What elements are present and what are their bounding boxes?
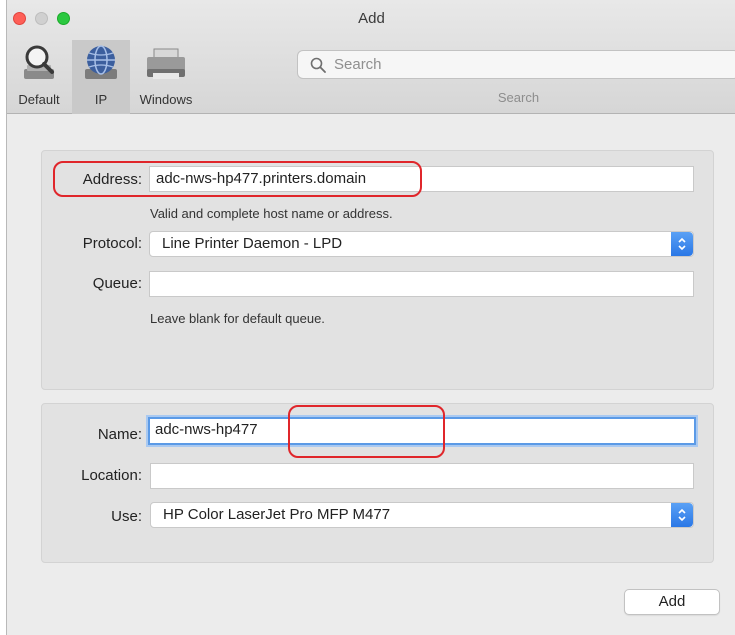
location-field[interactable] xyxy=(150,463,694,489)
name-label: Name: xyxy=(97,426,142,443)
add-button[interactable]: Add xyxy=(624,589,720,615)
protocol-value: Line Printer Daemon - LPD xyxy=(162,235,343,252)
queue-label: Queue: xyxy=(92,275,142,292)
queue-field[interactable] xyxy=(149,271,694,297)
location-label: Location: xyxy=(81,467,142,484)
printer-icon xyxy=(147,48,185,79)
search-icon xyxy=(310,57,326,73)
search-placeholder: Search xyxy=(334,56,382,73)
toolbar-item-ip[interactable]: IP xyxy=(72,40,130,114)
address-label: Address: xyxy=(82,171,142,188)
protocol-label: Protocol: xyxy=(82,235,142,252)
name-field[interactable]: adc-nws-hp477 xyxy=(148,417,696,445)
address-hint: Valid and complete host name or address. xyxy=(150,206,393,221)
queue-hint: Leave blank for default queue. xyxy=(150,311,325,326)
chevron-updown-icon xyxy=(671,503,693,527)
search-label: Search xyxy=(497,90,540,105)
connection-group: Address: adc-nws-hp477.printers.domain V… xyxy=(41,150,714,390)
add-printer-window: Add Default IP Windows Search Search Add… xyxy=(6,0,735,635)
details-group: Name: adc-nws-hp477 Location: Use: HP Co… xyxy=(41,403,714,563)
toolbar-item-label: IP xyxy=(94,92,108,107)
magnifier-printer-icon xyxy=(24,45,54,79)
chevron-updown-icon xyxy=(671,232,693,256)
use-value: HP Color LaserJet Pro MFP M477 xyxy=(163,506,391,523)
toolbar-item-windows[interactable]: Windows xyxy=(131,40,201,114)
use-label: Use: xyxy=(111,508,142,525)
address-field[interactable]: adc-nws-hp477.printers.domain xyxy=(149,166,694,192)
toolbar-item-label: Windows xyxy=(139,92,193,107)
globe-icon xyxy=(85,45,117,79)
toolbar-item-default[interactable]: Default xyxy=(7,40,71,114)
search-input[interactable]: Search xyxy=(297,50,735,79)
use-select[interactable]: HP Color LaserJet Pro MFP M477 xyxy=(150,502,694,528)
window-title: Add xyxy=(358,10,385,27)
protocol-select[interactable]: Line Printer Daemon - LPD xyxy=(149,231,694,257)
toolbar: Add Default IP Windows Search Search xyxy=(7,0,735,114)
toolbar-item-label: Default xyxy=(18,92,60,107)
